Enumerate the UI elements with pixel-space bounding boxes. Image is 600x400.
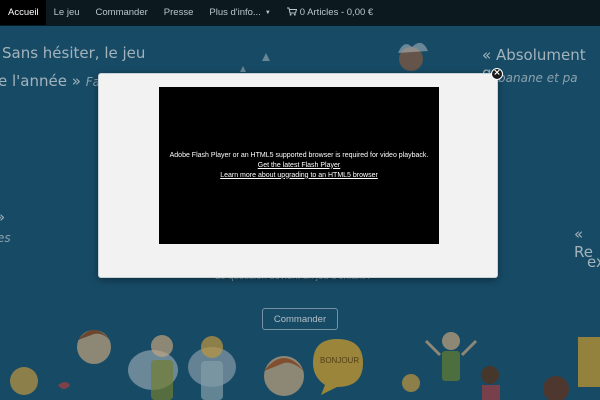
nav-le-jeu-label: Le jeu (53, 7, 80, 18)
get-flash-player-link[interactable]: Get the latest Flash Player (258, 162, 340, 169)
nav-presse[interactable]: Presse (156, 0, 202, 25)
cart-summary: 0 Articles - 0,00 € (299, 7, 374, 18)
top-navbar: Accueil Le jeu Commander Presse Plus d'i… (0, 0, 600, 26)
close-icon[interactable]: × (491, 68, 503, 80)
nav-plus-info-label: Plus d'info... (209, 7, 261, 18)
nav-plus-info-dropdown[interactable]: Plus d'info... ▼ (201, 0, 278, 25)
nav-commander-label: Commander (95, 7, 148, 18)
video-player[interactable]: Adobe Flash Player or an HTML5 supported… (159, 87, 439, 244)
nav-le-jeu[interactable]: Le jeu (46, 0, 88, 25)
upgrade-html5-link[interactable]: Learn more about upgrading to an HTML5 b… (220, 172, 378, 179)
nav-presse-label: Presse (163, 7, 194, 18)
nav-accueil-label: Accueil (8, 7, 39, 18)
shopping-cart-icon (286, 7, 297, 18)
flash-required-message: Adobe Flash Player or an HTML5 supported… (169, 151, 429, 159)
nav-cart[interactable]: 0 Articles - 0,00 € (279, 0, 381, 25)
nav-commander[interactable]: Commander (88, 0, 156, 25)
nav-accueil[interactable]: Accueil (0, 0, 46, 25)
caret-down-icon: ▼ (264, 9, 271, 16)
